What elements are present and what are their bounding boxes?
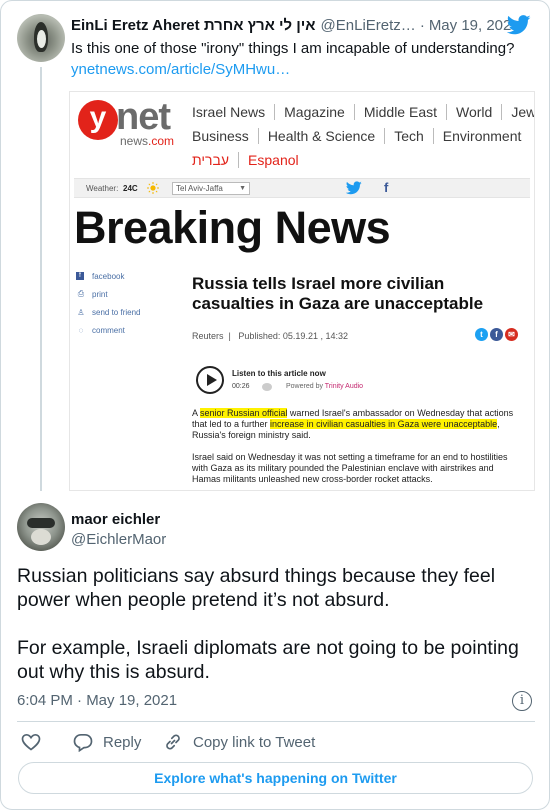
reply-paragraph-2: For example, Israeli diplomats are not g…	[17, 637, 519, 683]
reply-button[interactable]: Reply	[73, 731, 141, 753]
reply-paragraph-1: Russian politicians say absurd things be…	[17, 565, 496, 611]
weather-temp: 24C	[123, 184, 138, 193]
quoted-author-handle[interactable]: @EnLiEretz…	[321, 17, 416, 34]
twitter-logo-icon[interactable]	[507, 15, 531, 35]
article-paragraph-1: A senior Russian official warned Israel'…	[192, 408, 514, 440]
play-icon	[196, 366, 224, 394]
audio-brand-icon	[262, 383, 272, 391]
weather-bar: Weather: 24C Tel Aviv-Jaffa ▼ f	[74, 178, 530, 198]
like-button[interactable]	[21, 731, 51, 753]
sun-icon	[147, 182, 159, 194]
nav-item: World	[447, 104, 503, 120]
nav-item: Tech	[385, 128, 434, 144]
reply-author-avatar[interactable]	[17, 503, 65, 551]
twitter-share-icon	[346, 181, 362, 195]
article-nav-primary: Israel News Magazine Middle East World J…	[192, 104, 535, 120]
nav-item-hebrew: עברית	[192, 152, 240, 168]
article-published: Published: 05.19.21 , 14:32	[238, 331, 348, 341]
comment-icon: ◌	[78, 325, 84, 335]
article-source: Reuters	[192, 331, 224, 341]
nav-item: Business	[192, 128, 259, 144]
link-icon	[166, 734, 180, 750]
person-icon: ♙	[77, 307, 85, 317]
nav-item-espanol: Espanol	[248, 152, 299, 168]
heart-icon	[21, 733, 41, 751]
highlight-1: senior Russian official	[200, 408, 288, 418]
side-link-facebook: f facebook	[76, 267, 140, 285]
quoted-tweet-header: EinLi Eretz Aheret אין לי ארץ אחרת @EnLi…	[71, 17, 511, 34]
nav-item: Health & Science	[259, 128, 386, 144]
audio-title: Listen to this article now	[232, 369, 326, 378]
reply-author-name[interactable]: maor eichler	[71, 511, 160, 528]
facebook-circle-icon: f	[490, 328, 503, 341]
weather-label: Weather:	[86, 184, 119, 193]
nav-item: Environment	[442, 128, 522, 144]
quoted-author-name[interactable]: EinLi Eretz Aheret אין לי ארץ אחרת	[71, 17, 316, 34]
quoted-tweet-date[interactable]: May 19, 2021	[429, 17, 511, 34]
reply-author-handle[interactable]: @EichlerMaor	[71, 531, 166, 548]
reply-label: Reply	[103, 733, 142, 751]
header-separator: ·	[419, 17, 425, 34]
quoted-tweet-text: Is this one of those "irony" things I am…	[71, 40, 515, 57]
chevron-down-icon: ▼	[239, 185, 246, 192]
info-icon[interactable]: i	[512, 691, 532, 711]
highlight-2: increase in civilian casualties in Gaza …	[270, 419, 498, 429]
article-byline: Reuters | Published: 05.19.21 , 14:32	[192, 331, 348, 341]
reply-bubble-icon	[73, 733, 93, 752]
embedded-tweet-card: EinLi Eretz Aheret אין לי ארץ אחרת @EnLi…	[0, 0, 550, 810]
tweet-timestamp[interactable]: 6:04 PM · May 19, 2021	[17, 692, 177, 709]
nav-item: Israel News	[192, 104, 276, 120]
city-select: Tel Aviv-Jaffa ▼	[172, 182, 250, 195]
copy-link-button[interactable]: Copy link to Tweet	[163, 731, 315, 753]
twitter-circle-icon: t	[475, 328, 488, 341]
article-nav-secondary: Business Health & Science Tech Environme…	[192, 128, 530, 144]
side-link-comment: ◌ comment	[76, 321, 140, 339]
ynet-logo: y net news.com	[78, 96, 186, 154]
side-link-send: ♙ send to friend	[77, 307, 141, 317]
facebook-share-icon: f	[384, 180, 389, 195]
divider	[17, 721, 535, 722]
breaking-news-banner: Breaking News	[74, 202, 391, 253]
nav-item: Jew	[511, 104, 535, 120]
facebook-icon: f	[76, 272, 84, 280]
article-paragraph-2: Israel said on Wednesday it was not sett…	[192, 452, 508, 484]
audio-player: Listen to this article now 00:26 Powered…	[192, 362, 432, 402]
audio-time: 00:26	[232, 383, 250, 390]
article-link[interactable]: ynetnews.com/article/SyMHwu…	[71, 61, 290, 78]
copy-link-label: Copy link to Tweet	[193, 733, 316, 751]
article-screenshot[interactable]: y net news.com Israel News Magazine Midd…	[69, 91, 535, 491]
reply-tweet-text: Russian politicians say absurd things be…	[17, 564, 542, 708]
quoted-author-avatar[interactable]	[17, 14, 65, 62]
article-share-icons: t f ✉	[475, 328, 518, 341]
explore-twitter-button[interactable]: Explore what's happening on Twitter	[18, 762, 533, 794]
article-nav-languages: עברית Espanol	[192, 152, 308, 168]
audio-powered-by: Powered by Trinity Audio	[286, 383, 364, 390]
side-link-print: ⎙ print	[77, 289, 108, 299]
mail-circle-icon: ✉	[505, 328, 518, 341]
nav-item: Magazine	[275, 104, 355, 120]
article-headline: Russia tells Israel more civilian casual…	[192, 274, 484, 313]
nav-item: Middle East	[355, 104, 447, 120]
thread-connector-line	[40, 67, 42, 491]
tweet-actions: Reply Copy link to Tweet	[17, 731, 537, 753]
article-side-links: f facebook ⎙ print ♙ send to friend ◌ commen…	[76, 267, 140, 339]
print-icon: ⎙	[77, 289, 85, 298]
